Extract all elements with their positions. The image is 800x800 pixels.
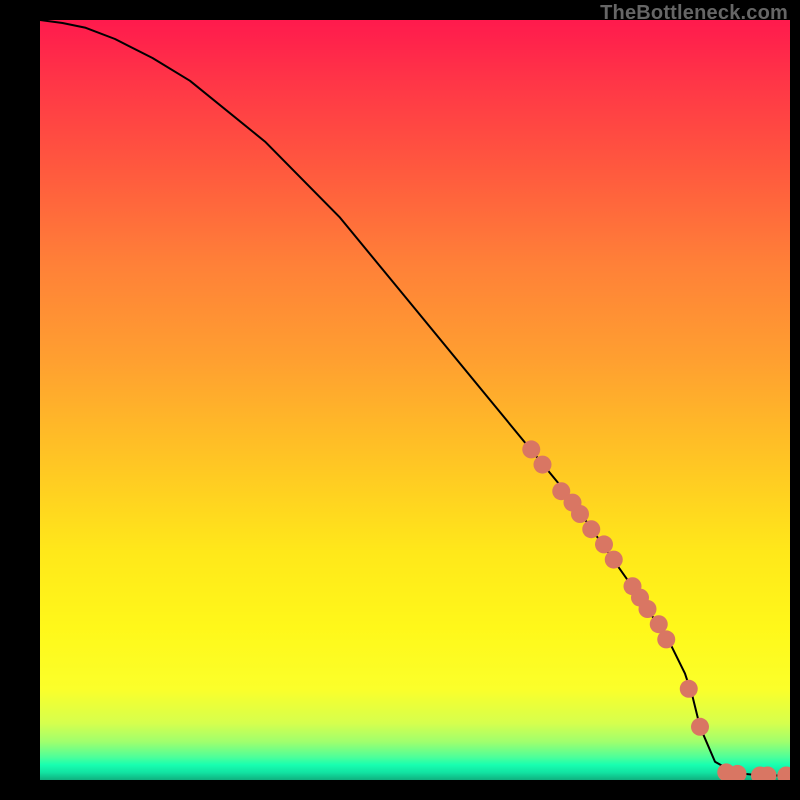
marker-dot	[691, 718, 709, 736]
marker-dot	[522, 440, 540, 458]
marker-dot	[657, 630, 675, 648]
marker-series	[522, 440, 790, 780]
marker-dot	[582, 520, 600, 538]
marker-dot	[595, 535, 613, 553]
attribution-text: TheBottleneck.com	[600, 2, 788, 25]
marker-dot	[680, 680, 698, 698]
chart-svg	[40, 20, 790, 780]
marker-dot	[605, 551, 623, 569]
line-series	[40, 20, 790, 775]
marker-dot	[571, 505, 589, 523]
curve-path	[40, 20, 790, 775]
marker-dot	[534, 456, 552, 474]
marker-dot	[639, 600, 657, 618]
chart-frame: TheBottleneck.com	[0, 0, 800, 800]
plot-area	[40, 20, 790, 780]
